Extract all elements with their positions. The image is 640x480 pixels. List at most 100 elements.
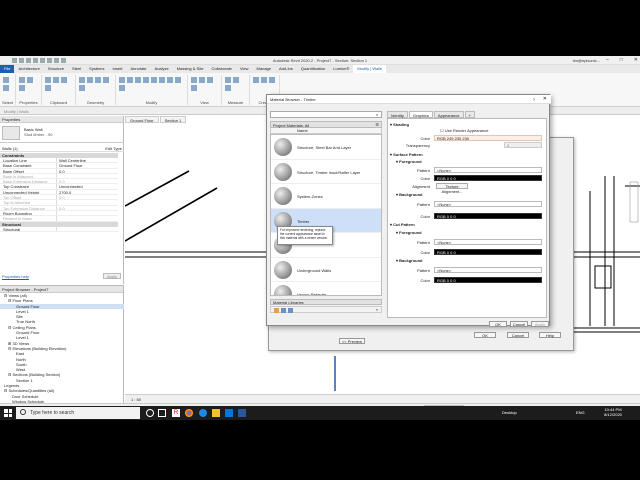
ribbon-tab[interactable]: Add-Ins	[275, 65, 297, 73]
view-options-icon[interactable]: ☰	[375, 122, 379, 127]
user-account[interactable]: tim@episonic...	[573, 58, 600, 63]
tool-icon[interactable]	[119, 85, 125, 91]
file-explorer-icon[interactable]	[212, 409, 220, 417]
ribbon-group-tools[interactable]	[225, 77, 246, 91]
word-icon[interactable]	[238, 409, 246, 417]
tool-icon[interactable]	[175, 77, 181, 83]
surface-bg-pattern[interactable]: <None>	[434, 201, 542, 207]
tool-icon[interactable]	[151, 77, 157, 83]
editor-tab[interactable]: Identity	[387, 111, 408, 118]
tool-icon[interactable]	[191, 85, 197, 91]
cancel-button[interactable]: Cancel	[510, 321, 528, 327]
view-scale[interactable]: 1 : 50	[131, 397, 141, 402]
material-item[interactable]: Structure, Steel Bar And Layer	[271, 135, 381, 160]
tool-icon[interactable]	[79, 85, 85, 91]
property-value[interactable]	[56, 210, 118, 216]
ribbon-tab[interactable]: Annotate	[127, 65, 151, 73]
library-icon[interactable]	[274, 308, 279, 313]
walls-count[interactable]: Walls (1)	[2, 146, 18, 151]
edge-icon[interactable]	[199, 409, 207, 417]
tool-icon[interactable]	[253, 77, 259, 83]
collapse-chevron-icon[interactable]: «	[376, 307, 378, 312]
search-icon[interactable]: ⌕	[376, 112, 378, 117]
chrome-icon[interactable]	[185, 409, 193, 417]
clock[interactable]: 10:44 PM 8/12/2020	[598, 407, 628, 417]
tool-icon[interactable]	[3, 85, 9, 91]
preview-button[interactable]: << Preview	[339, 338, 365, 344]
dialog-help-button[interactable]: Help	[539, 332, 561, 338]
ribbon-group-tools[interactable]	[79, 77, 112, 91]
ribbon-group-tools[interactable]	[45, 77, 72, 91]
ribbon-group-tools[interactable]	[19, 77, 38, 91]
tool-icon[interactable]	[19, 77, 25, 83]
texture-alignment-button[interactable]: Texture Alignment...	[436, 183, 468, 194]
tool-icon[interactable]	[45, 77, 51, 83]
ribbon-group-tools[interactable]	[253, 77, 276, 83]
ok-button[interactable]: OK	[489, 321, 507, 327]
tool-icon[interactable]	[143, 77, 149, 83]
tool-icon[interactable]	[207, 77, 213, 83]
editor-tab[interactable]: Appearance	[433, 111, 464, 118]
material-search-input[interactable]	[270, 111, 382, 118]
cut-background-section[interactable]: ▾ Background	[396, 258, 422, 263]
input-language[interactable]: ENG	[576, 410, 585, 415]
revit-taskbar-icon[interactable]: R	[172, 409, 180, 417]
surface-foreground-section[interactable]: ▾ Foreground	[396, 159, 422, 164]
transparency-value[interactable]: 0	[504, 142, 542, 148]
tool-icon[interactable]	[27, 77, 33, 83]
project-materials-header[interactable]: Project Materials: All ☰	[270, 121, 382, 128]
ribbon-tab[interactable]: Massing & Site	[173, 65, 208, 73]
ribbon-tab[interactable]: Lumion®	[329, 65, 353, 73]
tool-icon[interactable]	[233, 77, 239, 83]
close-icon[interactable]: ✕	[543, 96, 547, 102]
tool-icon[interactable]	[135, 77, 141, 83]
tool-icon[interactable]	[87, 77, 93, 83]
view-tab[interactable]: Section 1	[159, 116, 187, 123]
ribbon-tab[interactable]: Insert	[109, 65, 127, 73]
surface-fg-pattern[interactable]: <None>	[434, 167, 542, 173]
tool-icon[interactable]	[199, 77, 205, 83]
tool-icon[interactable]	[119, 77, 125, 83]
ribbon-tab[interactable]: Analyze	[151, 65, 173, 73]
property-value[interactable]: Unconnected	[56, 184, 118, 189]
ribbon-tab[interactable]: Steel	[68, 65, 85, 73]
dialog-cancel-button[interactable]: Cancel	[507, 332, 529, 338]
property-value[interactable]: 2700.0	[56, 189, 118, 195]
ribbon-group-tools[interactable]	[119, 77, 184, 91]
cut-foreground-section[interactable]: ▾ Foreground	[396, 230, 422, 235]
cortana-icon[interactable]	[146, 409, 154, 417]
material-libraries-header[interactable]: Material Libraries	[270, 299, 382, 305]
tool-icon[interactable]	[19, 85, 25, 91]
property-value[interactable]: Wall Centerline	[56, 158, 118, 163]
tool-icon[interactable]	[225, 85, 231, 91]
maximize-icon[interactable]: □	[620, 57, 623, 63]
dialog-ok-button[interactable]: OK	[474, 332, 496, 338]
tool-icon[interactable]	[3, 77, 9, 83]
tool-icon[interactable]	[269, 77, 275, 83]
tool-icon[interactable]	[79, 77, 85, 83]
window-controls[interactable]: – □ ✕	[606, 57, 638, 63]
view-tab[interactable]: Ground Floor	[125, 116, 159, 123]
apply-button[interactable]: Apply	[103, 273, 121, 279]
shading-color-swatch[interactable]: RGB 249 230 230	[434, 135, 542, 141]
taskbar-search-box[interactable]: Type here to search	[16, 407, 140, 419]
surface-pattern-section[interactable]: ▾ Surface Pattern	[390, 152, 423, 157]
surface-background-section[interactable]: ▾ Background	[396, 192, 422, 197]
ribbon-tab[interactable]: Modify | Walls	[353, 65, 387, 73]
mail-icon[interactable]	[225, 409, 233, 417]
tool-icon[interactable]	[191, 77, 197, 83]
ribbon-group-tools[interactable]	[191, 77, 218, 91]
task-view-icon[interactable]	[158, 409, 166, 417]
ribbon-tab[interactable]: Structure	[44, 65, 68, 73]
create-material-icon[interactable]	[281, 308, 286, 313]
edit-type-button[interactable]: Edit Type	[105, 146, 122, 151]
tool-icon[interactable]	[225, 77, 231, 83]
ribbon-group-tools[interactable]	[3, 77, 12, 91]
asset-browser-icon[interactable]	[288, 308, 293, 313]
property-value[interactable]: Ground Floor	[56, 163, 118, 168]
apply-material-button[interactable]: Apply	[531, 321, 549, 327]
editor-tab[interactable]: Graphics	[408, 111, 433, 118]
material-item[interactable]: Vapour Retarder	[271, 282, 381, 295]
tool-icon[interactable]	[167, 77, 173, 83]
material-item[interactable]: Structure, Timber Insul/Rafter Layer	[271, 160, 381, 184]
